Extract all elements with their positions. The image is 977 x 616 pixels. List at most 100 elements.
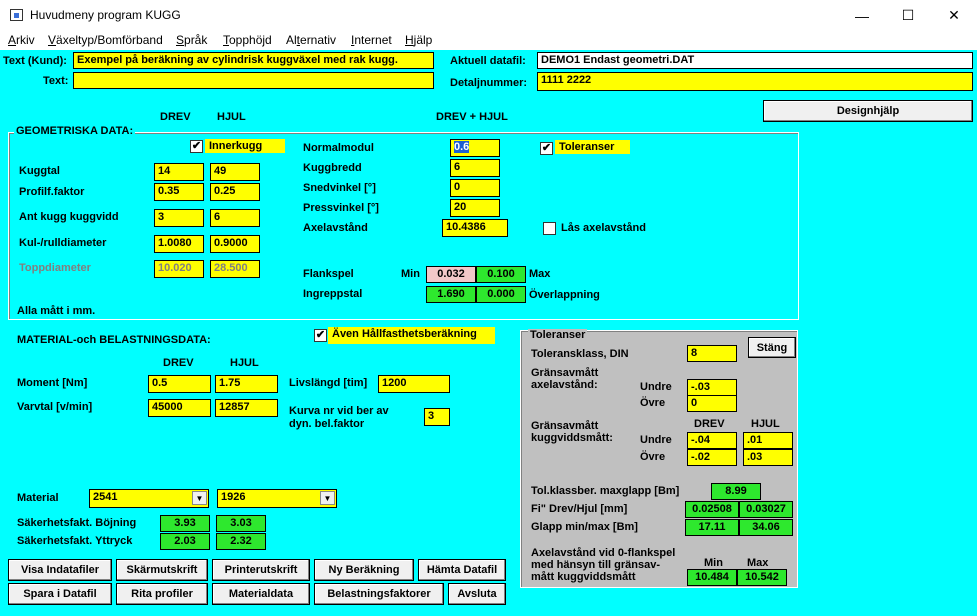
- axel0-label-1: Axelavstånd vid 0-flankspel: [531, 547, 676, 559]
- window-title: Huvudmeny program KUGG: [30, 8, 181, 22]
- kuggbredd-field[interactable]: 6: [450, 159, 500, 177]
- menu-arkiv[interactable]: Arkiv: [8, 33, 35, 47]
- normalmodul-value: 0.6: [454, 141, 470, 153]
- text-kund-label: Text (Kund):: [3, 55, 67, 67]
- bojning-label: Säkerhetsfakt. Böjning: [17, 517, 137, 529]
- varvtal-drev-field[interactable]: 45000: [148, 399, 211, 417]
- axel-gransavmatt-label-1: Gränsavmått: [531, 367, 599, 379]
- ingreppstal-label: Ingreppstal: [303, 288, 363, 300]
- datafil-field[interactable]: DEMO1 Endast geometri.DAT: [537, 52, 973, 69]
- las-axel-checkbox[interactable]: [543, 222, 556, 235]
- spara-datafil-button[interactable]: Spara i Datafil: [8, 583, 112, 605]
- rita-profiler-button[interactable]: Rita profiler: [116, 583, 208, 605]
- axelavstand-label: Axelavstånd: [303, 222, 368, 234]
- snedvinkel-field[interactable]: 0: [450, 179, 500, 197]
- menu-sprak[interactable]: Språk: [176, 33, 207, 47]
- chevron-down-icon[interactable]: ▼: [320, 491, 335, 505]
- kugg-undre-hjul-field[interactable]: .01: [743, 432, 793, 449]
- detalj-field[interactable]: 1111 2222: [537, 72, 973, 91]
- varvtal-label: Varvtal [v/min]: [17, 401, 93, 413]
- innerkugg-checkbox[interactable]: ✔: [190, 140, 203, 153]
- bojning-drev-field: 3.93: [160, 515, 210, 532]
- toleransklass-field[interactable]: 8: [687, 345, 737, 362]
- minimize-button[interactable]: —: [839, 0, 885, 31]
- visa-indatafiler-button[interactable]: Visa Indatafiler: [8, 559, 112, 581]
- normalmodul-field[interactable]: 0.6: [450, 139, 500, 157]
- pressvinkel-field[interactable]: 20: [450, 199, 500, 217]
- kuggvidd-hjul-field[interactable]: 6: [210, 209, 260, 227]
- livslangd-field[interactable]: 1200: [378, 375, 450, 393]
- tol-col-hjul: HJUL: [751, 418, 780, 430]
- kurva-field[interactable]: 3: [424, 408, 450, 426]
- kugg-undre-label: Undre: [640, 434, 672, 446]
- axel-ovre-label: Övre: [640, 397, 666, 409]
- axelavstand-field[interactable]: 10.4386: [442, 219, 508, 237]
- profilfaktor-hjul-field[interactable]: 0.25: [210, 183, 260, 201]
- overlapp-label: Överlappning: [529, 289, 600, 301]
- kugg-gransavmatt-label-2: kuggviddsmått:: [531, 432, 613, 444]
- belastningsfaktorer-button[interactable]: Belastningsfaktorer: [314, 583, 444, 605]
- fi-hjul-field: 0.03027: [739, 501, 793, 518]
- fi-drev-field: 0.02508: [685, 501, 739, 518]
- innerkugg-label: Innerkugg: [205, 139, 285, 153]
- las-axel-label: Lås axelavstånd: [561, 222, 646, 234]
- toleranser-checkbox[interactable]: ✔: [540, 142, 553, 155]
- moment-label: Moment [Nm]: [17, 377, 88, 389]
- varvtal-hjul-field[interactable]: 12857: [215, 399, 278, 417]
- moment-drev-field[interactable]: 0.5: [148, 375, 211, 393]
- stang-button[interactable]: Stäng: [748, 337, 796, 358]
- moment-hjul-field[interactable]: 1.75: [215, 375, 278, 393]
- kugg-undre-drev-field[interactable]: -.04: [687, 432, 737, 449]
- text-kund-field[interactable]: Exempel på beräkning av cylindrisk kuggv…: [73, 52, 434, 69]
- yttryck-label: Säkerhetsfakt. Yttryck: [17, 535, 133, 547]
- menu-vaxeltyp[interactable]: Växeltyp/Bomförband: [48, 33, 163, 47]
- bojning-hjul-field: 3.03: [216, 515, 266, 532]
- hallfasthet-checkbox[interactable]: ✔: [314, 329, 327, 342]
- kuggvidd-drev-field[interactable]: 3: [154, 209, 204, 227]
- title-bar: Huvudmeny program KUGG — ☐ ✕: [0, 0, 977, 31]
- menu-internet[interactable]: Internet: [351, 33, 392, 47]
- axel-ovre-field[interactable]: 0: [687, 395, 737, 412]
- kuldiameter-hjul-field[interactable]: 0.9000: [210, 235, 260, 253]
- printerutskrift-button[interactable]: Printerutskrift: [212, 559, 310, 581]
- kuggtal-hjul-field[interactable]: 49: [210, 163, 260, 181]
- maximize-button[interactable]: ☐: [885, 0, 931, 31]
- material-drev-select[interactable]: 2541 ▼: [89, 489, 209, 508]
- alla-matt-note: Alla mått i mm.: [17, 305, 96, 317]
- kuggtal-label: Kuggtal: [19, 165, 60, 177]
- menu-topphojd[interactable]: Topphöjd: [223, 33, 272, 47]
- chevron-down-icon[interactable]: ▼: [192, 491, 207, 505]
- hallfasthet-label: Även Hållfasthetsberäkning: [328, 327, 495, 344]
- kurva-label-1: Kurva nr vid ber av: [289, 405, 389, 417]
- mat-col-hjul: HJUL: [230, 357, 259, 369]
- axel-undre-field[interactable]: -.03: [687, 379, 737, 396]
- text-field[interactable]: [73, 72, 434, 89]
- kuggvidd-label: Ant kugg kuggvidd: [19, 211, 119, 223]
- kuldiameter-drev-field[interactable]: 1.0080: [154, 235, 204, 253]
- kurva-label-2: dyn. bel.faktor: [289, 418, 365, 430]
- materialdata-button[interactable]: Materialdata: [212, 583, 310, 605]
- profilfaktor-drev-field[interactable]: 0.35: [154, 183, 204, 201]
- skarmutskrift-button[interactable]: Skärmutskrift: [116, 559, 208, 581]
- kugg-ovre-drev-field[interactable]: -.02: [687, 449, 737, 466]
- designhjalp-button[interactable]: Designhjälp: [763, 100, 973, 122]
- toppdiameter-label: Toppdiameter: [19, 262, 91, 274]
- avsluta-button[interactable]: Avsluta: [448, 583, 506, 605]
- toleransklass-label: Toleransklass, DIN: [531, 348, 629, 360]
- material-hjul-select[interactable]: 1926 ▼: [217, 489, 337, 508]
- livslangd-label: Livslängd [tim]: [289, 377, 368, 389]
- hamta-datafil-button[interactable]: Hämta Datafil: [418, 559, 506, 581]
- glapp-min-field: 17.11: [685, 519, 739, 536]
- text-label: Text:: [43, 75, 69, 87]
- ny-berakning-button[interactable]: Ny Beräkning: [314, 559, 414, 581]
- close-button[interactable]: ✕: [931, 0, 977, 31]
- pressvinkel-label: Pressvinkel [°]: [303, 202, 379, 214]
- kuggtal-drev-field[interactable]: 14: [154, 163, 204, 181]
- geo-col-drev: DREV: [160, 111, 191, 123]
- axel0-min-label: Min: [704, 557, 723, 569]
- kugg-ovre-hjul-field[interactable]: .03: [743, 449, 793, 466]
- normalmodul-label: Normalmodul: [303, 142, 374, 154]
- menu-hjalp[interactable]: Hjälp: [405, 33, 432, 47]
- axel0-label-2: med hänsyn till gränsav-: [531, 559, 660, 571]
- menu-alternativ[interactable]: Alternativ: [286, 33, 336, 47]
